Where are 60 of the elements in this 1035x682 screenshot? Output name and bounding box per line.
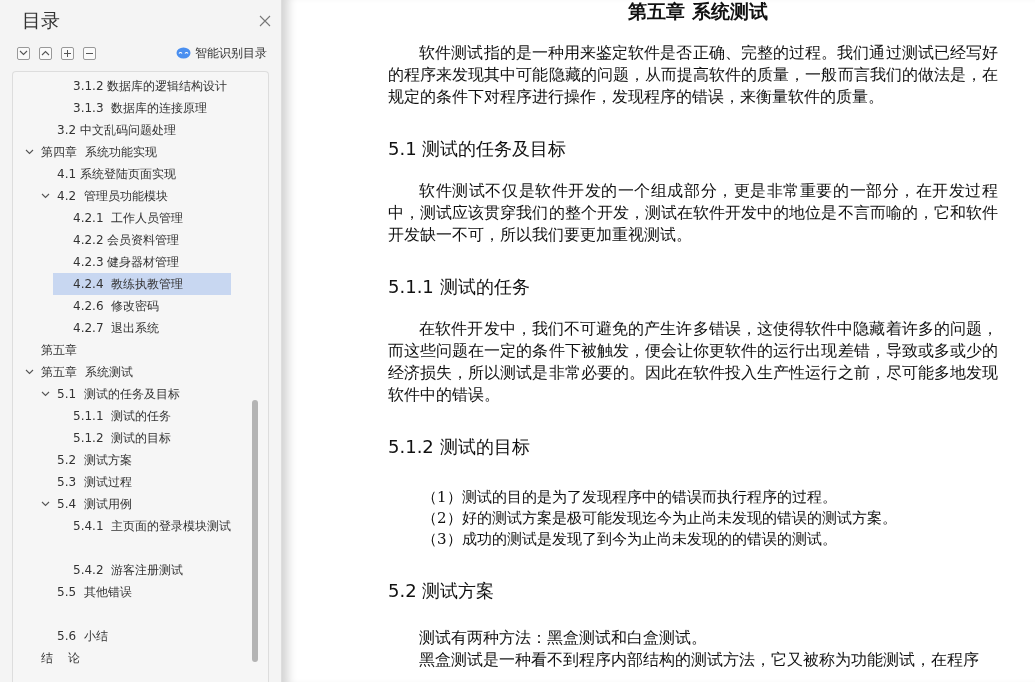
toc-item[interactable]: 5.6 小结 [37,625,231,647]
list-item: （1）测试的目的是为了发现程序中的错误而执行程序的过程。 [422,487,838,508]
toc-item[interactable]: 5.1.1 测试的任务 [53,405,231,427]
section-heading: 5.2 测试方案 [388,580,496,602]
toggle-chevron-icon[interactable] [40,390,50,398]
toc-item[interactable]: 第五章 系统测试 [21,361,231,383]
chevron-down-icon [40,391,50,397]
section-heading: 5.1 测试的任务及目标 [388,138,568,160]
toggle-chevron-icon[interactable] [40,500,50,508]
toc-item[interactable]: 4.2.4 教练执教管理 [53,273,231,295]
remove-button[interactable] [83,46,96,60]
add-button[interactable] [61,46,74,60]
toc-item[interactable]: 4.1 系统登陆页面实现 [37,163,231,185]
toggle-chevron-icon[interactable] [40,192,50,200]
toc-item[interactable]: 第四章 系统功能实现 [21,141,231,163]
chapter-title: 第五章 系统测试 [627,0,769,22]
expand-all-button[interactable] [17,46,30,60]
paragraph: 软件测试指的是一种用来鉴定软件是否正确、完整的过程。我们通过测试已经写好的程序来发现其中可能隐藏的问题，从而提高软件的质量，一般而言我们的做法是，在规定的条件下对程序进行操作，发现程序的错误，来衡量软件的质量。 [388,43,998,108]
toc-item[interactable]: 5.4.2 游客注册测试 [53,559,231,581]
toc-item[interactable]: 5.3 测试过程 [37,471,231,493]
collapse-all-button[interactable] [39,46,52,60]
chevron-down-icon [24,369,34,375]
toc-item[interactable]: 第五章 [21,339,231,361]
toc-item[interactable]: 5.4.1 主页面的登录模块测试 [53,515,231,537]
chevron-down-icon [19,50,28,56]
plus-icon [63,48,72,58]
toc-item[interactable]: 4.2.2 会员资料管理 [53,229,231,251]
scrollbar[interactable] [252,400,258,662]
paragraph: 测试有两种方法：黑盒测试和白盒测试。 [418,628,709,649]
toc-item[interactable]: 3.2 中文乱码问题处理 [37,119,231,141]
list-item: （2）好的测试方案是极可能发现迄今为止尚未发现的错误的测试方案。 [422,508,898,529]
chevron-down-icon [24,149,34,155]
toc-item[interactable]: 3.1.3 数据库的连接原理 [53,97,231,119]
paragraph: 在软件开发中，我们不可避免的产生许多错误，这使得软件中隐藏着许多的问题，而这些问题在一定的条件下被触发，便会让你更软件的运行出现差错，导致或多或少的经济损失，所以测试是非常必要的。因此在软件投入生产性运行之前，尽可能多地发现软件中的错误。 [388,319,998,406]
toc-item[interactable]: 5.5 其他错误 [37,581,231,603]
panel-title: 目录 [22,8,60,33]
paragraph: 黑盒测试是一种看不到程序内部结构的测试方法，它又被称为功能测试，在程序 [418,650,981,671]
toc-item[interactable]: 4.2.7 退出系统 [53,317,231,339]
toc-item[interactable]: 5.4 测试用例 [37,493,231,515]
chevron-up-icon [41,50,50,56]
toc-item[interactable]: 4.2.6 修改密码 [53,295,231,317]
toc-item[interactable]: 5.1.2 测试的目标 [53,427,231,449]
toc-item[interactable]: 4.2.1 工作人员管理 [53,207,231,229]
paragraph: 软件测试不仅是软件开发的一个组成部分，更是非常重要的一部分，在开发过程中，测试应该贯穿我们的整个开发，测试在软件开发中的地位是不言而喻的，它和软件开发缺一不可，所以我们要更加重视测试。 [388,181,998,246]
toc-item[interactable]: 4.2 管理员功能模块 [37,185,231,207]
close-icon[interactable] [259,15,271,27]
section-heading: 5.1.2 测试的目标 [388,436,531,458]
toc-item[interactable]: 5.2 测试方案 [37,449,231,471]
robot-icon [176,47,191,59]
list-item: （3）成功的测试是发现了到今为止尚未发现的的错误的测试。 [422,529,838,550]
chevron-down-icon [40,501,50,507]
smart-toc-button[interactable]: 智能识别目录 [176,44,267,62]
toggle-chevron-icon[interactable] [24,368,34,376]
toc-item[interactable]: 5.1 测试的任务及目标 [37,383,231,405]
toc-item[interactable]: 3.1.2 数据库的逻辑结构设计 [53,75,231,97]
chevron-down-icon [40,193,50,199]
toc-item[interactable]: 结 论 [21,647,231,669]
section-heading: 5.1.1 测试的任务 [388,276,531,298]
toggle-chevron-icon[interactable] [24,148,34,156]
toc-item[interactable]: 4.2.3 健身器材管理 [53,251,231,273]
